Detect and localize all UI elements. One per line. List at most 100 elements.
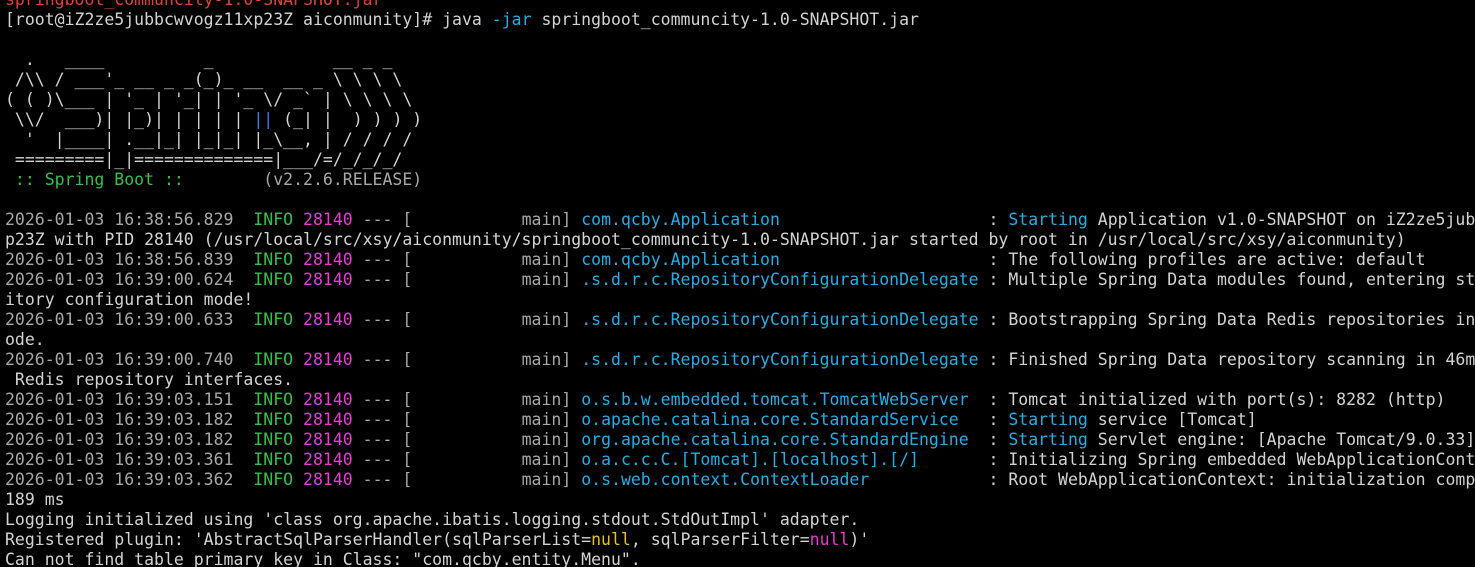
terminal-text-segment: . ____ _ __ _ _ bbox=[5, 50, 393, 69]
terminal-line: ode. bbox=[5, 330, 1475, 350]
terminal-text-segment: INFO bbox=[253, 250, 294, 269]
terminal-text-segment: --- [ main] bbox=[352, 410, 582, 429]
terminal-text-segment: (_| | ) ) ) ) bbox=[273, 110, 423, 129]
terminal-text-segment: (v2.2.6.RELEASE) bbox=[183, 170, 423, 189]
terminal-text-segment: 28140 bbox=[303, 350, 353, 369]
terminal-line: ' |____| .__|_| |_|_| |_\__, | / / / / bbox=[5, 130, 1475, 150]
terminal-text-segment: service [Tomcat] bbox=[1087, 410, 1257, 429]
terminal-text-segment: , sqlParserFilter= bbox=[630, 530, 810, 549]
terminal-line: Redis repository interfaces. bbox=[5, 370, 1475, 390]
terminal-text-segment: 2026-01-03 16:39:00.740 bbox=[5, 350, 234, 369]
terminal-text-segment: 2026-01-03 16:39:00.624 bbox=[5, 270, 234, 289]
terminal-text-segment: Application v1.0-SNAPSHOT on iZ2ze5jubbc… bbox=[1097, 210, 1475, 229]
terminal-line: itory configuration mode! bbox=[5, 290, 1475, 310]
terminal-text-segment: ( ( )\___ | '_ | '_| | '_ \/ _` | \ \ \ … bbox=[5, 90, 413, 109]
terminal-text-segment: : Multiple Spring Data modules found, en… bbox=[978, 270, 1475, 289]
terminal-text-segment: o.s.b.w.embedded.tomcat.TomcatWebServer bbox=[581, 390, 979, 409]
terminal-text-segment: : The following profiles are active: def… bbox=[978, 250, 1426, 269]
terminal-text-segment: 2026-01-03 16:39:00.633 bbox=[5, 310, 234, 329]
terminal-text-segment: : Initializing Spring embedded WebApplic… bbox=[978, 450, 1475, 469]
terminal-text-segment: 2026-01-03 16:38:56.839 bbox=[5, 250, 234, 269]
terminal-text-segment: : bbox=[978, 430, 1009, 449]
terminal-line: 2026-01-03 16:39:03.361 INFO 28140 --- [… bbox=[5, 450, 1475, 470]
terminal-text-segment: 189 ms bbox=[5, 490, 65, 509]
terminal-text-segment: : bbox=[978, 210, 1009, 229]
terminal-text-segment: --- [ main] bbox=[352, 390, 582, 409]
terminal-line: 2026-01-03 16:39:03.182 INFO 28140 --- [… bbox=[5, 430, 1475, 450]
terminal-text-segment: 28140 bbox=[303, 210, 353, 229]
terminal-text-segment: o.apache.catalina.core.StandardService bbox=[581, 410, 979, 429]
terminal-line: Logging initialized using 'class org.apa… bbox=[5, 510, 1475, 530]
terminal-text-segment: Can not find table primary key in Class:… bbox=[5, 550, 641, 567]
terminal-line: Registered plugin: 'AbstractSqlParserHan… bbox=[5, 530, 1475, 550]
terminal-text-segment: || bbox=[253, 110, 274, 129]
terminal-text-segment: ' |____| .__|_| |_|_| |_\__, | / / / / bbox=[5, 130, 413, 149]
terminal-text-segment: .s.d.r.c.RepositoryConfigurationDelegate bbox=[581, 350, 979, 369]
terminal-text-segment: 28140 bbox=[303, 390, 353, 409]
terminal-text-segment: springboot_communcity-1.0-SNAPSHOT.jar bbox=[531, 10, 919, 29]
terminal-text-segment: --- [ main] bbox=[352, 430, 582, 449]
terminal-text-segment: Logging initialized using 'class org.apa… bbox=[5, 510, 860, 529]
terminal-line: 2026-01-03 16:39:03.151 INFO 28140 --- [… bbox=[5, 390, 1475, 410]
terminal-text-segment: o.s.web.context.ContextLoader bbox=[581, 470, 979, 489]
terminal-text-segment: INFO bbox=[253, 350, 294, 369]
terminal-line: p23Z with PID 28140 (/usr/local/src/xsy/… bbox=[5, 230, 1475, 250]
terminal-text-segment: INFO bbox=[253, 410, 294, 429]
terminal-text-segment: 28140 bbox=[303, 270, 353, 289]
terminal-text-segment: null bbox=[591, 530, 631, 549]
terminal-text-segment: 2026-01-03 16:39:03.182 bbox=[5, 410, 234, 429]
terminal-text-segment: --- [ main] bbox=[352, 470, 582, 489]
terminal-text-segment: Starting bbox=[1008, 410, 1088, 429]
terminal-line: 2026-01-03 16:38:56.829 INFO 28140 --- [… bbox=[5, 210, 1475, 230]
terminal-line: =========|_|==============|___/=/_/_/_/ bbox=[5, 150, 1475, 170]
terminal-text-segment: springboot_communcity-1.0-SNAPSHOT.jar bbox=[5, 0, 383, 9]
terminal-line: [root@iZ2ze5jubbcwvogz11xp23Z aiconmunit… bbox=[5, 10, 1475, 30]
terminal-text-segment: .s.d.r.c.RepositoryConfigurationDelegate bbox=[581, 270, 979, 289]
terminal-line: /\\ / ___'_ __ _ _(_)_ __ __ _ \ \ \ \ bbox=[5, 70, 1475, 90]
terminal-line: 2026-01-03 16:39:00.740 INFO 28140 --- [… bbox=[5, 350, 1475, 370]
terminal-text-segment: Starting bbox=[1008, 430, 1088, 449]
terminal-line: 2026-01-03 16:39:03.182 INFO 28140 --- [… bbox=[5, 410, 1475, 430]
terminal-text-segment: p23Z with PID 28140 (/usr/local/src/xsy/… bbox=[5, 230, 1406, 249]
terminal-output: springboot_communcity-1.0-SNAPSHOT.jar[r… bbox=[5, 0, 1475, 567]
terminal-line: :: Spring Boot :: (v2.2.6.RELEASE) bbox=[5, 170, 1475, 190]
terminal-line: ( ( )\___ | '_ | '_| | '_ \/ _` | \ \ \ … bbox=[5, 90, 1475, 110]
terminal-text-segment: com.qcby.Application bbox=[581, 210, 979, 229]
terminal-text-segment: itory configuration mode! bbox=[5, 290, 254, 309]
terminal-text-segment: INFO bbox=[253, 270, 294, 289]
terminal-text-segment: 2026-01-03 16:39:03.362 bbox=[5, 470, 234, 489]
terminal-text-segment: --- [ main] bbox=[352, 250, 582, 269]
terminal-text-segment: Registered plugin: 'AbstractSqlParserHan… bbox=[5, 530, 592, 549]
terminal-text-segment: --- [ main] bbox=[352, 210, 582, 229]
terminal-text-segment: -jar bbox=[491, 10, 532, 29]
terminal-text-segment: : Bootstrapping Spring Data Redis reposi… bbox=[978, 310, 1475, 329]
terminal-line: 2026-01-03 16:39:03.362 INFO 28140 --- [… bbox=[5, 470, 1475, 490]
terminal-text-segment: --- [ main] bbox=[352, 310, 582, 329]
terminal-line: \\/ ___)| |_)| | | | | || (_| | ) ) ) ) bbox=[5, 110, 1475, 130]
terminal-text-segment: --- [ main] bbox=[352, 450, 582, 469]
terminal-text-segment: INFO bbox=[253, 210, 294, 229]
terminal-line: . ____ _ __ _ _ bbox=[5, 50, 1475, 70]
terminal-line: 2026-01-03 16:39:00.633 INFO 28140 --- [… bbox=[5, 310, 1475, 330]
terminal-text-segment: INFO bbox=[253, 310, 294, 329]
terminal-window[interactable]: springboot_communcity-1.0-SNAPSHOT.jar[r… bbox=[0, 0, 1475, 567]
terminal-text-segment: o.a.c.c.C.[Tomcat].[localhost].[/] bbox=[581, 450, 979, 469]
